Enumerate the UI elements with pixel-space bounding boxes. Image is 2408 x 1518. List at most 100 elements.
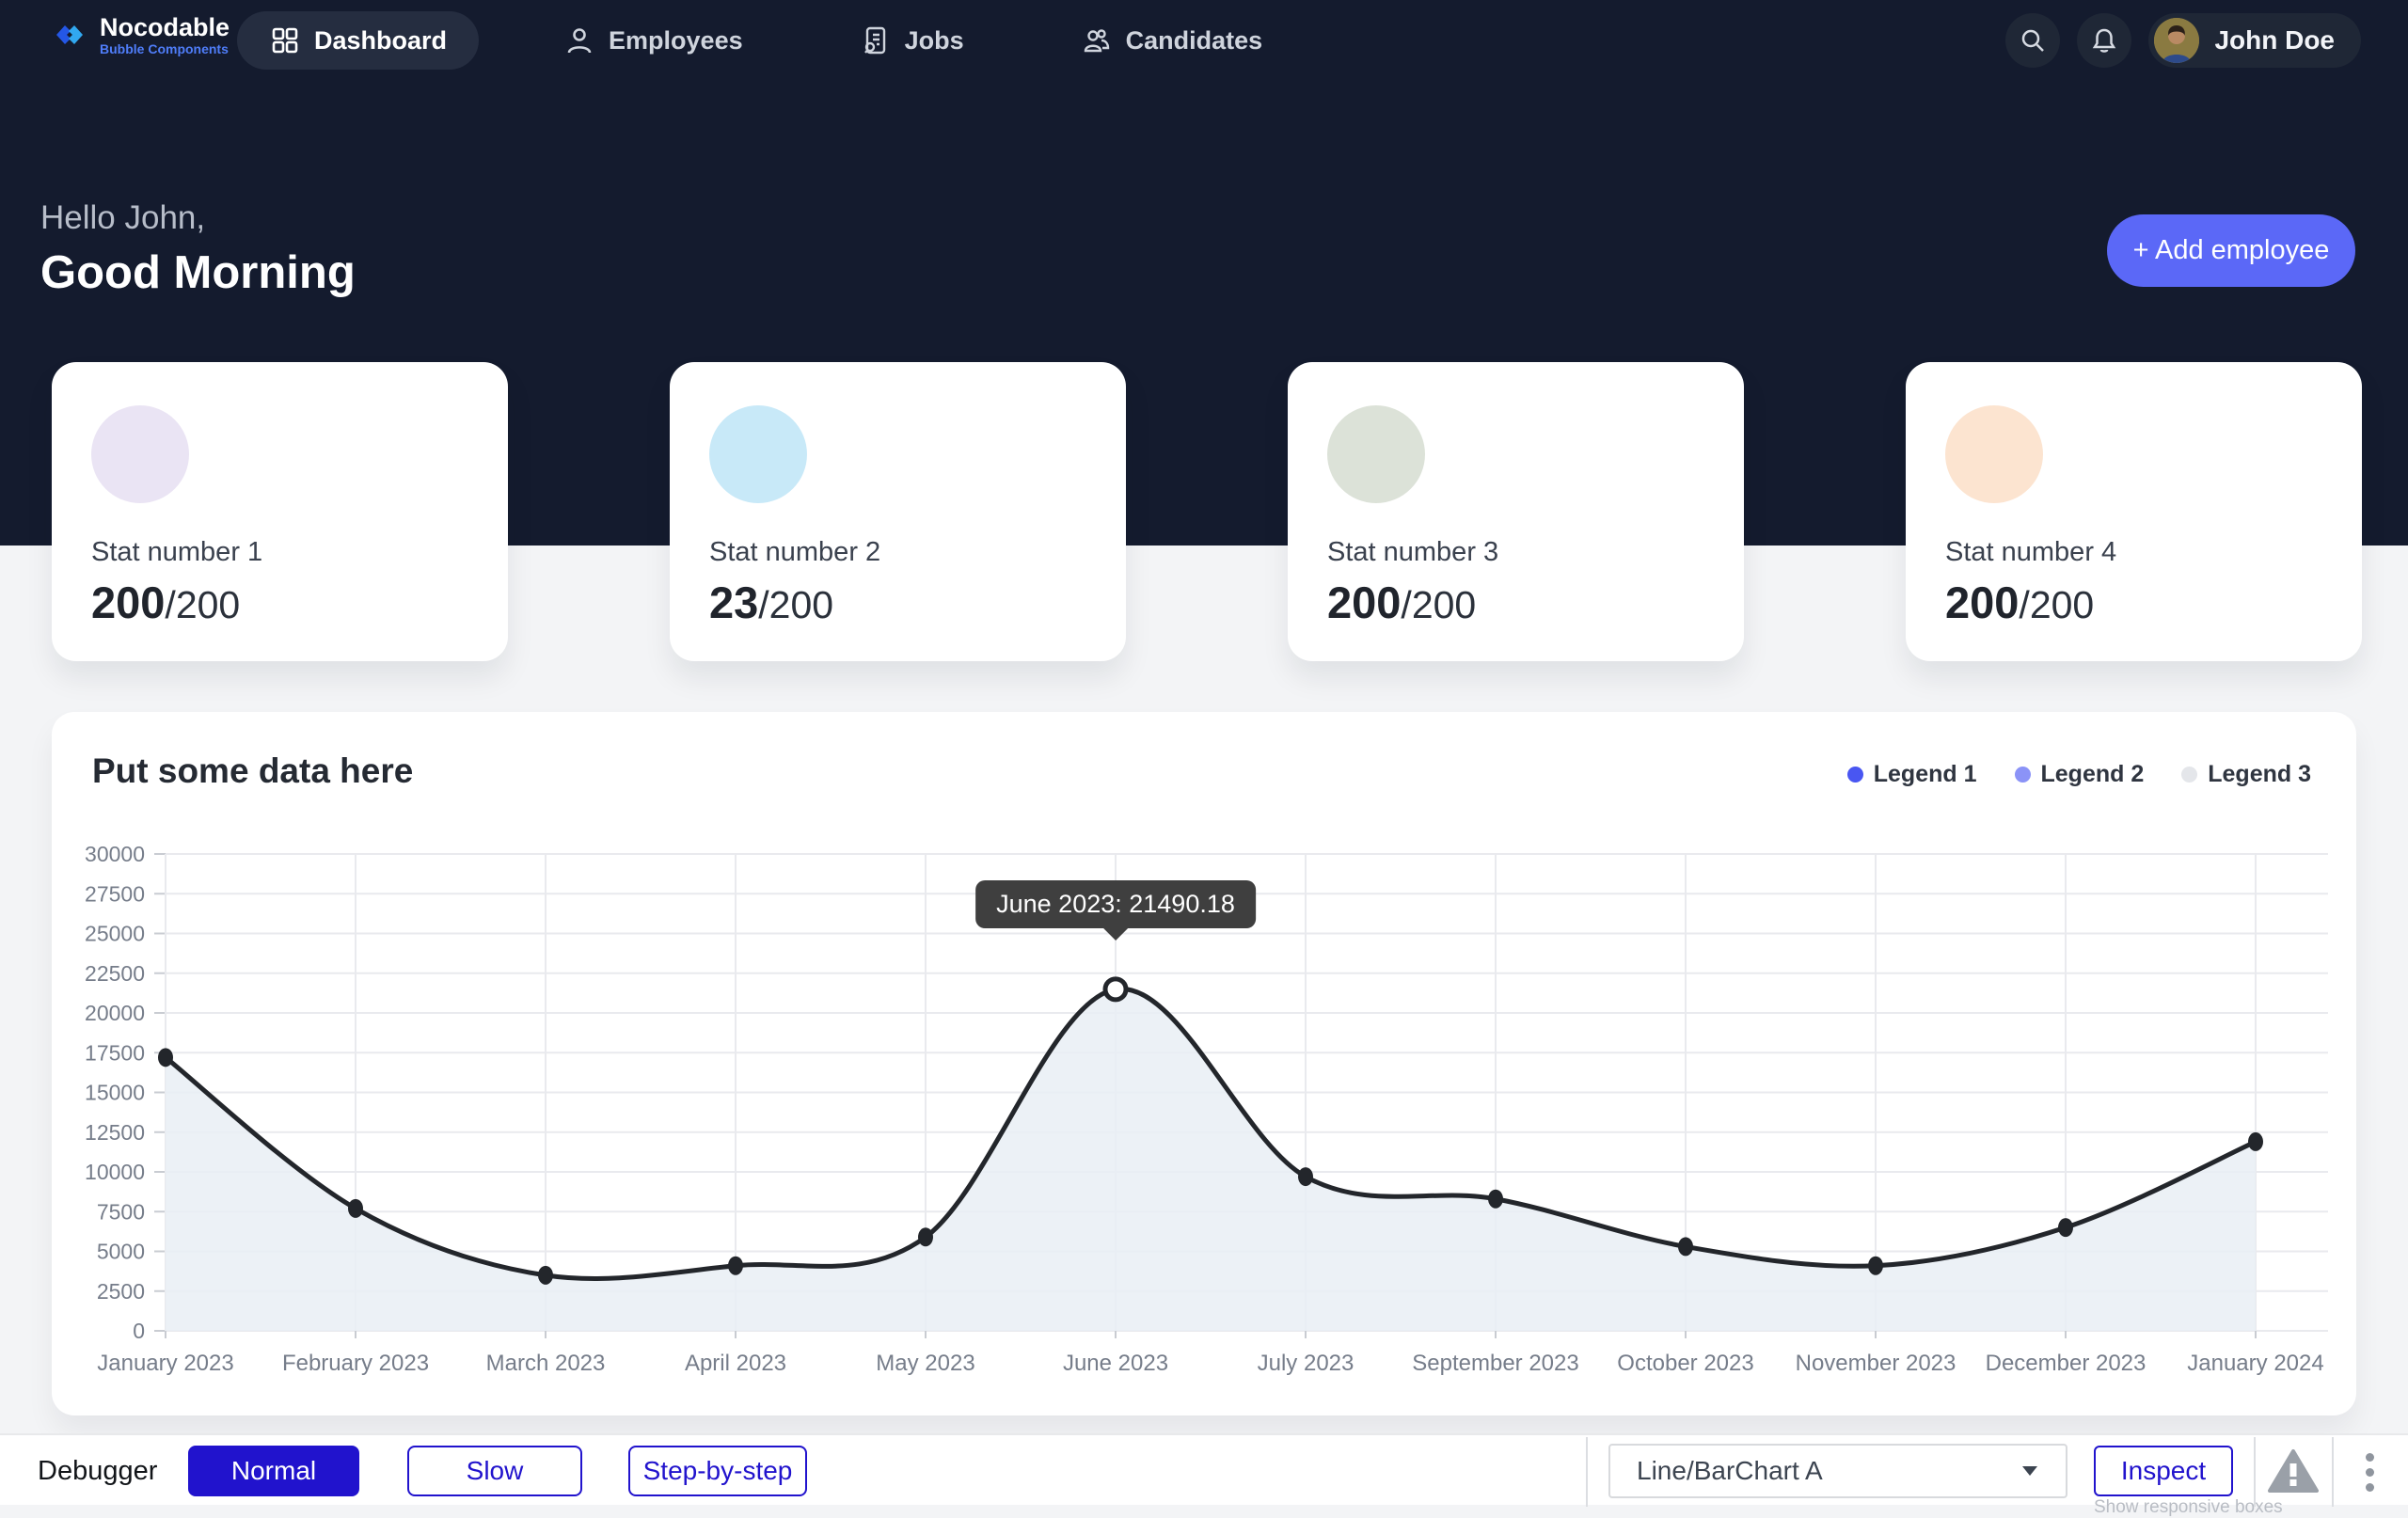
search-icon [2019,26,2047,55]
svg-text:17500: 17500 [85,1040,145,1065]
svg-text:15000: 15000 [85,1081,145,1105]
inspect-button[interactable]: Inspect [2094,1446,2233,1496]
svg-text:0: 0 [133,1319,145,1343]
stat-total: /200 [1401,583,1476,626]
legend-dot [2015,767,2031,783]
notifications-button[interactable] [2077,13,2131,68]
people-icon [1081,24,1113,56]
stat-circle-icon [91,405,189,503]
stat-label: Stat number 3 [1327,537,1498,568]
svg-text:22500: 22500 [85,961,145,986]
element-dropdown[interactable]: Line/BarChart A [1608,1444,2067,1498]
legend-dot [1847,767,1863,783]
stat-card-3: Stat number 3 200/200 [1288,362,1744,661]
svg-text:November 2023: November 2023 [1796,1351,1956,1376]
nav-item-dashboard[interactable]: Dashboard [237,11,479,70]
legend-label: Legend 2 [2041,761,2145,788]
stat-circle-icon [709,405,807,503]
svg-text:September 2023: September 2023 [1412,1351,1578,1376]
divider [1586,1437,1588,1507]
stat-label: Stat number 4 [1945,537,2116,568]
user-menu[interactable]: John Doe [2148,13,2361,68]
svg-text:25000: 25000 [85,922,145,946]
brand-mark-icon [51,16,88,54]
nav-label: Dashboard [314,26,447,55]
user-name: John Doe [2214,25,2335,55]
document-search-icon [860,24,892,56]
chart-card: Put some data here Legend 1 Legend 2 Leg… [52,712,2356,1415]
chart-tooltip: June 2023: 21490.18 [975,880,1256,928]
nav-item-jobs[interactable]: Jobs [828,11,996,70]
divider [2254,1437,2256,1507]
chart-title: Put some data here [92,751,413,791]
debugger-bar: Debugger Normal Slow Step-by-step Line/B… [0,1433,2408,1505]
stat-value: 23 [709,577,758,627]
brand-tagline: Bubble Components [100,41,230,56]
svg-text:5000: 5000 [97,1240,145,1264]
stat-circle-icon [1945,405,2043,503]
stat-card-2: Stat number 2 23/200 [670,362,1126,661]
debugger-mode-step-by-step[interactable]: Step-by-step [628,1446,807,1496]
legend-item-3[interactable]: Legend 3 [2181,761,2311,788]
more-options-button[interactable] [2355,1447,2384,1497]
nav-label: Jobs [905,26,964,55]
svg-text:2500: 2500 [97,1279,145,1304]
grid-icon [269,24,301,56]
legend-item-2[interactable]: Legend 2 [2015,761,2145,788]
svg-text:June 2023: June 2023 [1063,1351,1168,1376]
svg-text:30000: 30000 [85,842,145,866]
add-employee-button[interactable]: + Add employee [2107,214,2355,287]
stat-value: 200 [1327,577,1401,627]
stat-total: /200 [165,583,240,626]
person-icon [563,24,595,56]
svg-text:January 2023: January 2023 [97,1351,233,1376]
stat-card-4: Stat number 4 200/200 [1906,362,2362,661]
avatar [2154,18,2199,63]
svg-text:October 2023: October 2023 [1617,1351,1753,1376]
svg-text:July 2023: July 2023 [1258,1351,1354,1376]
main-nav: Dashboard Employees Jobs Candidates [237,11,1294,70]
issues-button[interactable] [2267,1445,2320,1497]
nav-label: Employees [609,26,743,55]
svg-text:27500: 27500 [85,881,145,906]
svg-text:March 2023: March 2023 [486,1351,606,1376]
svg-text:April 2023: April 2023 [685,1351,786,1376]
debugger-mode-normal[interactable]: Normal [188,1446,359,1496]
svg-text:7500: 7500 [97,1199,145,1224]
svg-text:12500: 12500 [85,1120,145,1145]
stat-total: /200 [2019,583,2094,626]
inspect-caption: Show responsive boxes [2094,1497,2233,1518]
legend-dot [2181,767,2197,783]
chart-legend: Legend 1 Legend 2 Legend 3 [1847,761,2311,788]
debugger-label: Debugger [38,1456,157,1487]
header-actions: John Doe [2005,13,2361,68]
hero-greeting: Hello John, [40,199,205,237]
stat-value: 200 [91,577,165,627]
brand-logo[interactable]: Nocodable Bubble Components [51,13,230,56]
stat-label: Stat number 1 [91,537,262,568]
legend-item-1[interactable]: Legend 1 [1847,761,1977,788]
nav-item-employees[interactable]: Employees [531,11,775,70]
stat-value: 200 [1945,577,2019,627]
divider [2332,1437,2334,1507]
stat-circle-icon [1327,405,1425,503]
search-button[interactable] [2005,13,2060,68]
stat-total: /200 [758,583,833,626]
svg-text:February 2023: February 2023 [282,1351,429,1376]
legend-label: Legend 1 [1874,761,1977,788]
svg-text:December 2023: December 2023 [1986,1351,2147,1376]
svg-text:20000: 20000 [85,1001,145,1025]
chevron-down-icon [2020,1464,2039,1478]
warning-icon [2268,1448,2319,1494]
nav-item-candidates[interactable]: Candidates [1049,11,1295,70]
svg-text:May 2023: May 2023 [876,1351,974,1376]
top-navigation-bar: Nocodable Bubble Components Dashboard Em… [0,0,2408,81]
stat-card-1: Stat number 1 200/200 [52,362,508,661]
legend-label: Legend 3 [2208,761,2311,788]
nav-label: Candidates [1126,26,1263,55]
svg-text:January 2024: January 2024 [2187,1351,2323,1376]
brand-name: Nocodable [100,13,230,41]
svg-text:10000: 10000 [85,1160,145,1184]
debugger-mode-slow[interactable]: Slow [407,1446,582,1496]
element-dropdown-value: Line/BarChart A [1637,1456,2020,1486]
